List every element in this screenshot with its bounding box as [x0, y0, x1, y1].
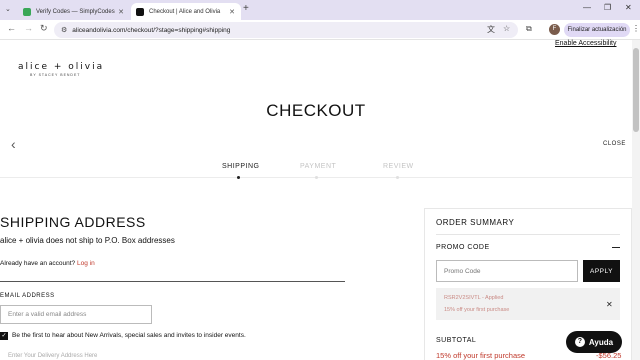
optin-label: Be the first to hear about New Arrivals,…	[12, 332, 246, 339]
close-tab-icon[interactable]: ✕	[229, 8, 235, 16]
browser-toolbar: ← → ↻ ⚙ aliceandolivia.com/checkout/?sta…	[0, 20, 640, 40]
reload-icon[interactable]: ↻	[40, 23, 48, 34]
collapse-icon[interactable]	[612, 247, 620, 248]
account-prompt: Already have an account? Log in	[0, 260, 95, 267]
question-icon: ?	[574, 337, 585, 347]
section-divider	[0, 281, 345, 282]
applied-promo-code: RSR2V2SIVTL - Applied	[444, 295, 504, 301]
step-payment[interactable]: PAYMENT	[300, 163, 336, 170]
address-bar[interactable]: ⚙ aliceandolivia.com/checkout/?stage=shi…	[54, 22, 518, 38]
alice-olivia-favicon-icon	[136, 7, 144, 16]
close-button[interactable]: CLOSE	[603, 141, 626, 147]
tab-checkout[interactable]: Checkout | Alice and Olivia ✕	[131, 3, 241, 20]
email-label: EMAIL ADDRESS	[0, 293, 55, 299]
login-link[interactable]: Log in	[77, 260, 95, 267]
help-button[interactable]: ? Ayuda	[566, 331, 622, 353]
applied-promo-box	[436, 288, 620, 320]
promo-code-input[interactable]	[436, 260, 578, 282]
minimize-icon[interactable]: —	[583, 3, 591, 12]
logo-subtitle: BY STACEY BENDET	[30, 73, 81, 77]
email-field[interactable]	[0, 305, 152, 324]
po-box-note: alice + olivia does not ship to P.O. Box…	[0, 236, 175, 245]
back-icon[interactable]: ←	[7, 23, 16, 33]
account-prompt-text: Already have an account?	[0, 260, 76, 267]
extensions-icon[interactable]: ⧉	[526, 24, 532, 34]
menu-dots-icon[interactable]: ⋮	[632, 24, 640, 33]
step-shipping[interactable]: SHIPPING	[222, 163, 259, 170]
site-logo[interactable]: alice + olivia	[18, 62, 104, 72]
enable-accessibility-link[interactable]: Enable Accessibility	[555, 40, 616, 47]
profile-avatar[interactable]: F	[549, 24, 560, 35]
subtotal-label: SUBTOTAL	[436, 337, 477, 344]
optin-checkbox[interactable]: ✓	[0, 332, 8, 340]
tab-title: Verify Codes — SimplyCodes	[36, 8, 115, 15]
tab-search-icon[interactable]: ⌄	[5, 5, 11, 13]
apply-button[interactable]: APPLY	[583, 260, 620, 282]
tab-title: Checkout | Alice and Olivia	[149, 8, 221, 15]
order-summary-title: ORDER SUMMARY	[436, 218, 515, 227]
step-review[interactable]: REVIEW	[383, 163, 414, 170]
simplycodes-favicon-icon	[23, 7, 31, 16]
help-label: Ayuda	[588, 337, 614, 347]
close-window-icon[interactable]: ✕	[625, 3, 632, 12]
applied-promo-desc: 15% off your first purchase	[444, 307, 510, 313]
step-dot	[315, 176, 318, 179]
bookmark-star-icon[interactable]: ☆	[503, 24, 510, 33]
update-button[interactable]: Finalizar actualización	[564, 23, 630, 37]
promo-code-label: PROMO CODE	[436, 244, 490, 251]
page-title: CHECKOUT	[266, 101, 366, 120]
forward-icon[interactable]: →	[24, 23, 33, 33]
remove-promo-icon[interactable]: ✕	[606, 300, 613, 309]
restore-icon[interactable]: ❐	[604, 3, 611, 12]
tab-simplycodes[interactable]: Verify Codes — SimplyCodes ✕	[18, 3, 130, 20]
summary-divider	[436, 234, 620, 235]
step-dot	[396, 176, 399, 179]
address-hint: Enter Your Delivery Address Here	[8, 353, 98, 359]
shipping-title: SHIPPING ADDRESS	[0, 214, 146, 230]
site-info-icon[interactable]: ⚙	[61, 26, 67, 34]
url-text[interactable]: aliceandolivia.com/checkout/?stage=shipp…	[72, 27, 230, 34]
chevron-left-icon[interactable]: ‹	[11, 136, 16, 152]
discount-label: 15% off your first purchase	[436, 351, 526, 360]
plus-icon[interactable]: +	[243, 3, 249, 14]
scrollbar-thumb[interactable]	[633, 48, 639, 132]
close-tab-icon[interactable]: ✕	[118, 8, 124, 16]
step-dot-active	[237, 176, 240, 179]
browser-tab-bar: ⌄ Verify Codes — SimplyCodes ✕ Checkout …	[0, 0, 640, 20]
translate-icon[interactable]: 文	[487, 24, 495, 35]
